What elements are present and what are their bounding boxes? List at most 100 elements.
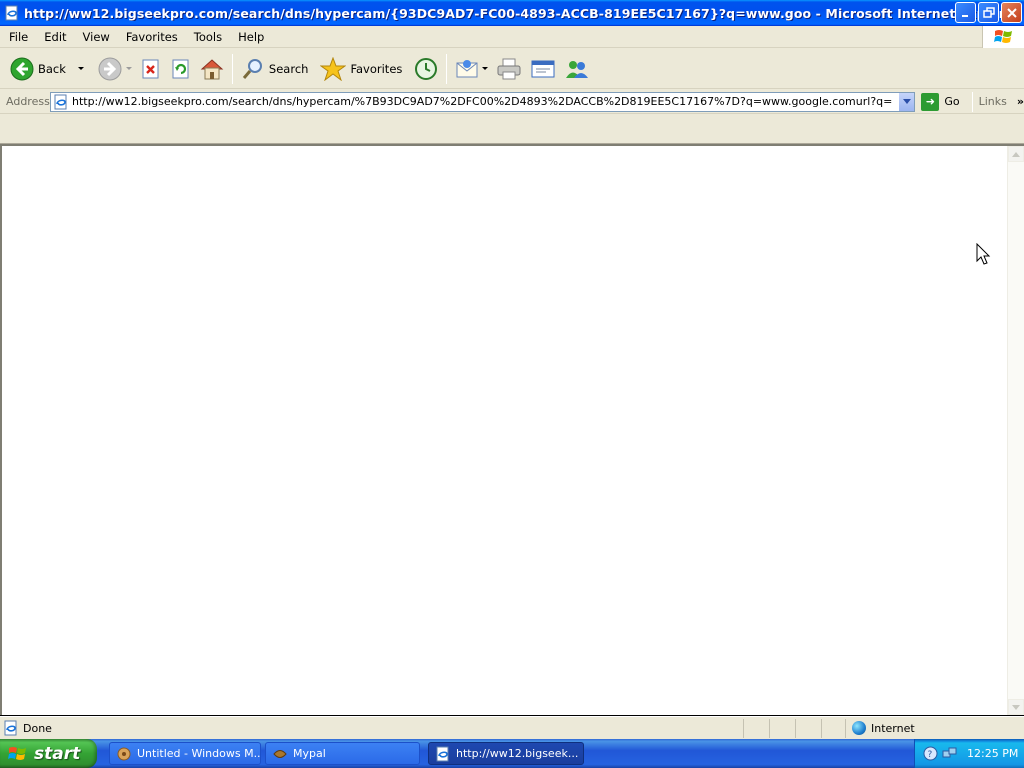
chevron-down-icon bbox=[902, 98, 911, 104]
restore-icon bbox=[982, 6, 995, 18]
close-button[interactable] bbox=[1001, 2, 1022, 23]
history-icon bbox=[415, 57, 438, 80]
address-label: Address bbox=[6, 95, 50, 108]
task-label: http://ww12.bigseek... bbox=[456, 747, 579, 760]
menu-help[interactable]: Help bbox=[230, 30, 272, 44]
go-label: Go bbox=[944, 95, 960, 108]
address-input[interactable] bbox=[71, 95, 892, 108]
taskbar-item-internet-explorer[interactable]: http://ww12.bigseek... bbox=[428, 742, 584, 765]
back-dropdown-icon[interactable] bbox=[77, 67, 84, 70]
back-button[interactable]: Back bbox=[6, 51, 88, 87]
help-tray-icon[interactable]: ? bbox=[923, 746, 938, 761]
address-field[interactable] bbox=[49, 91, 916, 112]
links-button[interactable]: Links bbox=[979, 95, 1007, 108]
address-dropdown-button[interactable] bbox=[898, 92, 915, 111]
status-cell bbox=[821, 718, 845, 738]
ie-page-icon bbox=[436, 746, 449, 761]
forward-button[interactable] bbox=[94, 51, 136, 87]
links-separator bbox=[971, 91, 973, 112]
printer-icon bbox=[497, 58, 521, 79]
go-arrow-icon: ➜ bbox=[921, 92, 940, 111]
links-chevron-icon[interactable]: » bbox=[1017, 95, 1024, 108]
search-button[interactable]: Search bbox=[237, 51, 313, 87]
windows-logo-icon bbox=[982, 26, 1024, 48]
mail-button[interactable] bbox=[451, 51, 492, 87]
system-tray: ? 12:25 PM bbox=[914, 739, 1024, 768]
search-label: Search bbox=[268, 61, 309, 76]
home-button[interactable] bbox=[196, 51, 228, 87]
messenger-icon bbox=[566, 60, 589, 78]
menu-bar: File Edit View Favorites Tools Help bbox=[0, 26, 1024, 48]
status-text: Done bbox=[23, 721, 52, 735]
favorites-star-icon bbox=[320, 56, 347, 81]
mail-dropdown-icon[interactable] bbox=[482, 67, 489, 70]
scroll-up-button[interactable] bbox=[1008, 146, 1024, 162]
task-label: Untitled - Windows M... bbox=[137, 747, 261, 760]
forward-arrow-icon bbox=[98, 57, 122, 80]
ie-page-icon bbox=[5, 5, 18, 21]
window-title: http://ww12.bigseekpro.com/search/dns/hy… bbox=[24, 5, 1020, 21]
browser-chrome: File Edit View Favorites Tools Help Back bbox=[0, 26, 1024, 144]
movie-maker-icon bbox=[117, 747, 131, 760]
windows-flag-icon bbox=[8, 746, 26, 760]
taskbar-item-windows-movie-maker[interactable]: Untitled - Windows M... bbox=[109, 742, 261, 765]
restore-button[interactable] bbox=[978, 2, 999, 23]
toolbar-separator bbox=[446, 53, 448, 84]
home-icon bbox=[200, 58, 224, 79]
clock[interactable]: 12:25 PM bbox=[967, 747, 1018, 760]
edit-button[interactable] bbox=[526, 51, 560, 87]
page-content[interactable] bbox=[0, 144, 1024, 715]
start-label: start bbox=[34, 743, 81, 764]
minimize-icon bbox=[961, 14, 968, 17]
messenger-button[interactable] bbox=[560, 51, 594, 87]
menu-favorites[interactable]: Favorites bbox=[118, 30, 186, 44]
forward-dropdown-icon[interactable] bbox=[125, 67, 132, 70]
stop-icon bbox=[142, 59, 159, 78]
status-cell bbox=[769, 718, 795, 738]
minimize-button[interactable] bbox=[955, 2, 976, 23]
search-icon bbox=[242, 58, 262, 79]
security-zone: Internet bbox=[845, 718, 995, 738]
edit-page-icon bbox=[531, 60, 555, 77]
title-bar[interactable]: http://ww12.bigseekpro.com/search/dns/hy… bbox=[0, 0, 1024, 26]
mail-icon bbox=[456, 59, 478, 77]
menu-file[interactable]: File bbox=[0, 30, 36, 44]
status-bar: Done Internet bbox=[0, 716, 1024, 739]
ie-page-icon bbox=[4, 720, 17, 736]
svg-text:?: ? bbox=[928, 750, 933, 760]
mouse-cursor-icon bbox=[976, 243, 991, 265]
scroll-down-icon bbox=[1012, 704, 1020, 710]
vertical-scrollbar[interactable] bbox=[1007, 146, 1024, 715]
scroll-down-button[interactable] bbox=[1008, 699, 1024, 715]
favorites-label: Favorites bbox=[350, 61, 403, 76]
network-tray-icon[interactable] bbox=[942, 746, 957, 761]
task-label: Mypal bbox=[293, 747, 326, 760]
menu-view[interactable]: View bbox=[75, 30, 118, 44]
refresh-button[interactable] bbox=[166, 51, 196, 87]
standard-toolbar: Back Search Favorites bbox=[0, 49, 1024, 89]
globe-icon bbox=[852, 721, 866, 735]
back-label: Back bbox=[38, 61, 66, 76]
taskbar: start Untitled - Windows M... Mypal http… bbox=[0, 739, 1024, 768]
close-icon bbox=[1006, 7, 1017, 18]
menu-tools[interactable]: Tools bbox=[186, 30, 230, 44]
refresh-icon bbox=[172, 59, 189, 78]
start-button[interactable]: start bbox=[0, 739, 97, 768]
favorites-button[interactable]: Favorites bbox=[316, 51, 406, 87]
history-button[interactable] bbox=[410, 51, 442, 87]
zone-label: Internet bbox=[871, 721, 915, 735]
taskbar-item-mypal[interactable]: Mypal bbox=[265, 742, 420, 765]
address-bar: Address ➜ Go Links » bbox=[0, 90, 1024, 114]
toolbar-empty-band bbox=[0, 115, 1024, 144]
scroll-up-icon bbox=[1012, 151, 1020, 157]
menu-edit[interactable]: Edit bbox=[36, 30, 74, 44]
status-cell bbox=[795, 718, 821, 738]
ie-page-icon bbox=[54, 94, 67, 109]
status-cell bbox=[743, 718, 769, 738]
stop-button[interactable] bbox=[136, 51, 166, 87]
back-arrow-icon bbox=[10, 57, 34, 80]
toolbar-separator bbox=[231, 53, 233, 84]
mypal-icon bbox=[273, 749, 287, 758]
go-button[interactable]: ➜ Go bbox=[921, 92, 960, 111]
print-button[interactable] bbox=[492, 51, 526, 87]
